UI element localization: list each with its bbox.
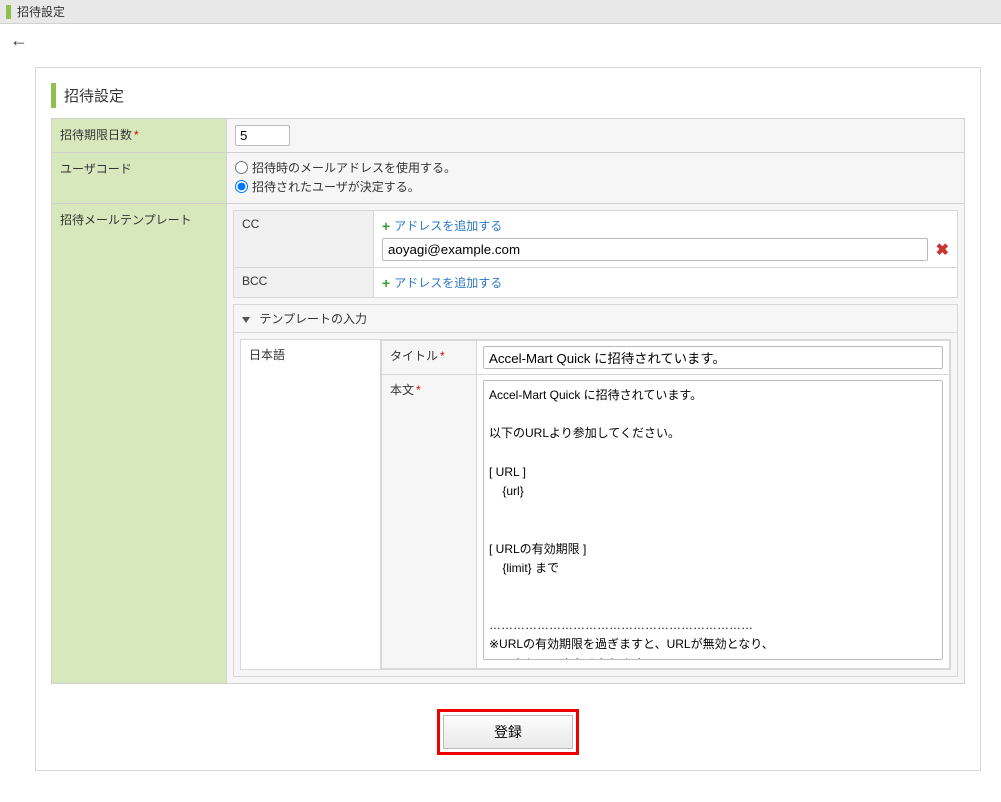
cc-email-input[interactable]	[382, 238, 928, 261]
required-mark: *	[134, 128, 139, 142]
user-code-radio-invitee[interactable]	[235, 180, 248, 193]
page-header-title: 招待設定	[17, 3, 65, 20]
template-accordion-header[interactable]: テンプレートの入力	[233, 304, 958, 333]
user-code-option2-label[interactable]: 招待されたユーザが決定する。	[252, 178, 420, 195]
required-mark: *	[440, 349, 445, 363]
template-lang-label: 日本語	[241, 340, 381, 670]
back-arrow-icon[interactable]: ←	[10, 30, 28, 50]
expiry-days-label: 招待期限日数*	[52, 119, 227, 153]
register-button-highlight: 登録	[437, 709, 579, 755]
chevron-down-icon	[242, 317, 250, 323]
header-accent	[6, 5, 11, 19]
plus-icon: +	[382, 218, 390, 234]
register-button[interactable]: 登録	[443, 715, 573, 749]
user-code-radio-email[interactable]	[235, 161, 248, 174]
bcc-label: BCC	[234, 268, 374, 298]
cc-add-address-link[interactable]: + アドレスを追加する	[382, 217, 502, 234]
expiry-days-input[interactable]	[235, 125, 290, 146]
user-code-option1-label[interactable]: 招待時のメールアドレスを使用する。	[252, 159, 456, 176]
mail-body-label: 本文*	[382, 375, 477, 669]
required-mark: *	[416, 383, 421, 397]
cc-label: CC	[234, 211, 374, 268]
mail-template-label: 招待メールテンプレート	[52, 204, 227, 684]
mail-title-label: タイトル*	[382, 341, 477, 375]
mail-body-textarea[interactable]	[483, 380, 943, 660]
plus-icon: +	[382, 275, 390, 291]
mail-title-input[interactable]	[483, 346, 943, 369]
section-title: 招待設定	[51, 83, 965, 108]
user-code-label: ユーザコード	[52, 153, 227, 204]
cc-remove-icon[interactable]: ✖	[936, 240, 949, 260]
bcc-add-address-link[interactable]: + アドレスを追加する	[382, 274, 502, 291]
